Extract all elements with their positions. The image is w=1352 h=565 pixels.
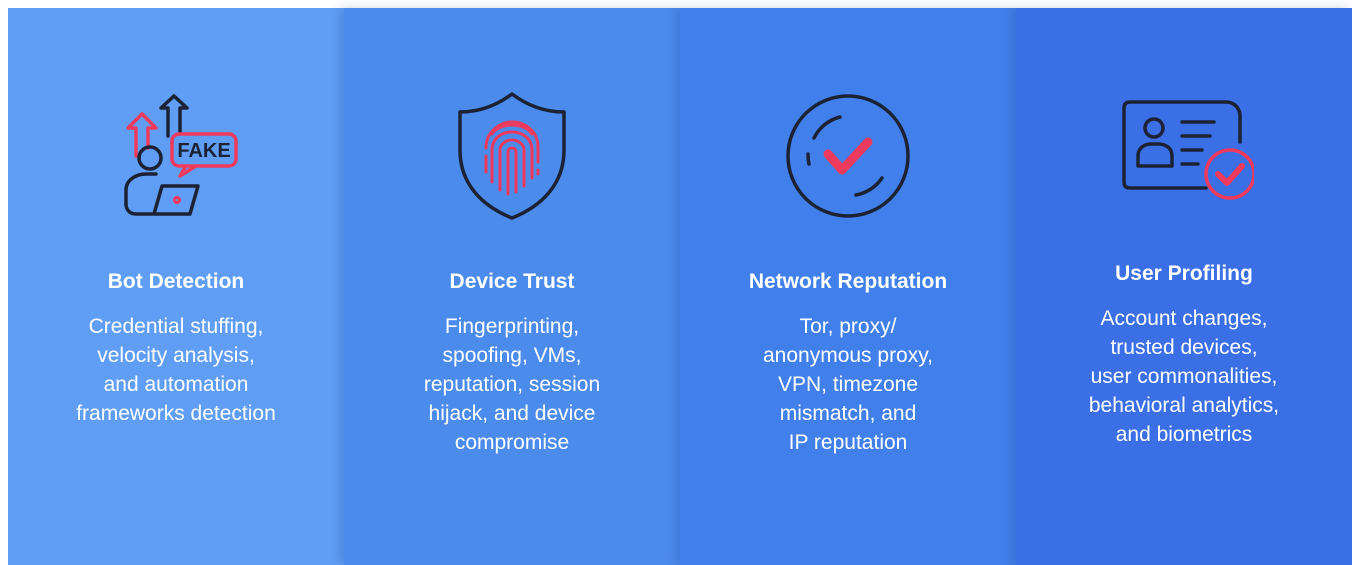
card-description: Fingerprinting, spoofing, VMs, reputatio… [364, 312, 660, 457]
description-line: spoofing, VMs, [442, 344, 582, 367]
card-description: Credential stuffing, velocity analysis, … [28, 312, 324, 428]
description-line: velocity analysis, [97, 344, 255, 367]
description-line: trusted devices, [1110, 336, 1258, 359]
fake-badge-text: FAKE [177, 140, 230, 162]
description-line: hijack, and device [428, 402, 596, 425]
card-description: Tor, proxy/ anonymous proxy, VPN, timezo… [700, 312, 996, 457]
fake-bot-icon: FAKE [106, 86, 246, 226]
description-line: frameworks detection [76, 402, 276, 425]
description-line: and automation [103, 373, 249, 396]
description-line: and biometrics [1115, 423, 1253, 446]
description-line: reputation, session [423, 373, 601, 396]
description-line: Fingerprinting, [444, 315, 580, 338]
card-title: Bot Detection [107, 270, 245, 293]
description-line: Credential stuffing, [88, 315, 264, 338]
feature-cards: FAKE Bot Detection Credential stuffing, … [8, 8, 1352, 565]
description-line: anonymous proxy, [762, 344, 934, 367]
description-line: user commonalities, [1090, 365, 1278, 388]
description-line: mismatch, and [779, 402, 917, 425]
id-card-check-icon [1114, 86, 1254, 226]
card-bot-detection: FAKE Bot Detection Credential stuffing, … [8, 8, 344, 565]
card-title: User Profiling [1115, 262, 1253, 285]
card-network-reputation: Network Reputation Tor, proxy/ anonymous… [680, 8, 1016, 565]
description-line: IP reputation [788, 431, 908, 454]
description-line: Tor, proxy/ [799, 315, 897, 338]
description-line: compromise [454, 431, 570, 454]
description-line: Account changes, [1100, 307, 1268, 330]
card-title: Device Trust [449, 270, 575, 293]
description-line: behavioral analytics, [1088, 394, 1280, 417]
fingerprint-shield-icon [442, 86, 582, 226]
card-device-trust: Device Trust Fingerprinting, spoofing, V… [344, 8, 680, 565]
check-circle-icon [778, 86, 918, 226]
description-line: VPN, timezone [777, 373, 919, 396]
card-description: Account changes, trusted devices, user c… [1036, 304, 1332, 449]
card-title: Network Reputation [748, 270, 948, 293]
card-user-profiling: User Profiling Account changes, trusted … [1016, 8, 1352, 565]
